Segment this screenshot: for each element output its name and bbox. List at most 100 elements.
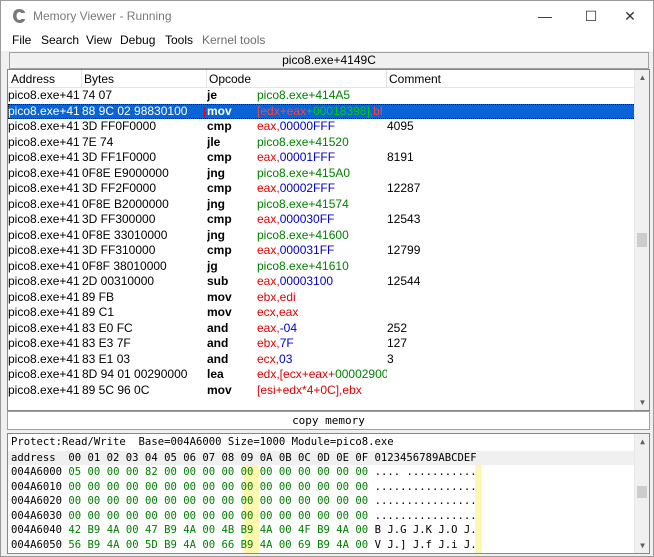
operand-part: 00001FFF	[279, 150, 336, 164]
operand-part: pico8.exe+41600	[257, 227, 349, 242]
hex-scrollbar[interactable]: ▲ ▼	[634, 434, 649, 553]
row-operands: eax,00002FFF	[257, 181, 387, 197]
hex-region-info: Protect:Read/Write Base=004A6000 Size=10…	[11, 436, 394, 448]
operand-part: 000030FF	[279, 212, 335, 226]
row-operands: pico8.exe+41574	[257, 197, 387, 213]
scroll-up-icon[interactable]: ▲	[635, 434, 649, 449]
row-operands: ecx,eax	[257, 305, 387, 321]
row-bytes: 3D FF300000	[82, 212, 156, 226]
hex-address: 004A6030	[11, 509, 63, 522]
operand-part: eax	[286, 103, 307, 118]
row-operands: pico8.exe+41520	[257, 135, 387, 151]
menu-tools[interactable]: Tools	[165, 33, 193, 47]
current-address-bar[interactable]: pico8.exe+4149C	[9, 52, 649, 69]
operand-part: ecx,	[257, 351, 280, 366]
scroll-down-icon[interactable]: ▼	[635, 395, 649, 410]
hex-ascii: .... ...........	[374, 466, 477, 478]
row-bytes: 83 E1 03	[82, 351, 131, 366]
row-address: pico8.exe+41	[8, 181, 80, 195]
scroll-up-icon[interactable]: ▲	[635, 70, 649, 85]
row-address: pico8.exe+41	[8, 367, 80, 381]
row-address: pico8.exe+41	[8, 150, 80, 164]
disasm-row[interactable]: pico8.exe+41 3D FF0F0000 cmp eax,00000FFF 40…	[8, 119, 636, 135]
hex-row[interactable]: 004A6010 00 00 00 00 00 00 00 00 00 00 0…	[11, 480, 477, 494]
disasm-row[interactable]: pico8.exe+41 83 E3 7F and ebx,7F 127	[8, 336, 636, 352]
disasm-row[interactable]: pico8.exe+41 3D FF1F0000 cmp eax,00001FFF 81…	[8, 150, 636, 166]
disasm-row[interactable]: pico8.exe+41 83 E0 FC and eax,-04 252	[8, 321, 636, 337]
disassembler-scrollbar[interactable]: ▲ ▼	[634, 70, 649, 410]
scrollbar-thumb[interactable]	[637, 233, 647, 247]
hex-row[interactable]: 004A6020 00 00 00 00 00 00 00 00 00 00 0…	[11, 494, 477, 508]
breakpoint-marker	[204, 106, 206, 117]
menu-file[interactable]: File	[12, 33, 31, 47]
disasm-row[interactable]: pico8.exe+41 88 9C 02 98830100 mov [edx+eax…	[8, 103, 636, 119]
disasm-row[interactable]: pico8.exe+41 89 5C 96 0C mov [esi+edx*4+0C]…	[8, 383, 636, 399]
header-opcode[interactable]: Opcode	[209, 72, 251, 88]
row-opcode: mov	[207, 289, 232, 304]
hex-row[interactable]: 004A6040 42 B9 4A 00 47 B9 4A 00 4B B9 4…	[11, 523, 477, 537]
disasm-row[interactable]: pico8.exe+41 0F8E B2000000 jng pico8.exe+41…	[8, 197, 636, 213]
row-address: pico8.exe+41	[8, 165, 80, 180]
header-comment[interactable]: Comment	[389, 72, 441, 88]
row-operands: eax,-04	[257, 321, 387, 337]
hex-bytes: 00 00 00 00 00 00 00 00 00 00 00 00 00 0…	[68, 509, 369, 522]
disasm-row[interactable]: pico8.exe+41 83 E1 03 and ecx,03 3	[8, 352, 636, 368]
row-bytes: 74 07	[82, 88, 113, 102]
row-address: pico8.exe+41	[8, 274, 80, 288]
header-divider[interactable]	[206, 70, 207, 88]
row-operands: pico8.exe+41610	[257, 259, 387, 275]
menu-debug[interactable]: Debug	[120, 33, 155, 47]
scroll-down-icon[interactable]: ▼	[635, 538, 649, 553]
window-title: Memory Viewer - Running	[33, 9, 172, 23]
disasm-row[interactable]: pico8.exe+41 89 C1 mov ecx,eax	[8, 305, 636, 321]
disassembler-rows: pico8.exe+41 74 07 je pico8.exe+414A5 pico8.…	[8, 88, 636, 398]
disasm-row[interactable]: pico8.exe+41 0F8F 38010000 jg pico8.exe+416…	[8, 259, 636, 275]
disasm-row[interactable]: pico8.exe+41 2D 00310000 sub eax,00003100 12…	[8, 274, 636, 290]
scrollbar-thumb[interactable]	[637, 486, 647, 498]
disasm-row[interactable]: pico8.exe+41 3D FF310000 cmp eax,000031FF 12…	[8, 243, 636, 259]
row-bytes: 7E 74	[82, 134, 114, 149]
header-divider[interactable]	[386, 70, 387, 88]
row-comment: 252	[387, 320, 408, 335]
row-address: pico8.exe+41	[8, 289, 80, 304]
disasm-row[interactable]: pico8.exe+41 89 FB mov ebx,edi	[8, 290, 636, 306]
copy-memory-button[interactable]: copy memory	[7, 411, 650, 430]
disasm-row[interactable]: pico8.exe+41 3D FF300000 cmp eax,000030FF 12…	[8, 212, 636, 228]
hex-ascii: V J.] J.f J.i J.	[374, 538, 477, 551]
operand-part: 00002900]	[335, 367, 387, 381]
close-button[interactable]: ✕	[607, 1, 653, 31]
minimize-button[interactable]: —	[522, 1, 568, 31]
disasm-row[interactable]: pico8.exe+41 74 07 je pico8.exe+414A5	[8, 88, 636, 104]
row-opcode: and	[207, 336, 229, 350]
hex-address: 004A6010	[11, 480, 63, 493]
disasm-row[interactable]: pico8.exe+41 3D FF2F0000 cmp eax,00002FFF 12…	[8, 181, 636, 197]
disasm-row[interactable]: pico8.exe+41 0F8E E9000000 jng pico8.exe+41…	[8, 166, 636, 182]
menu-kernel-tools[interactable]: Kernel tools	[202, 33, 265, 47]
disasm-row[interactable]: pico8.exe+41 8D 94 01 00290000 lea edx,[ecx…	[8, 367, 636, 383]
operand-part: 00003100	[279, 274, 334, 288]
row-address: pico8.exe+41	[8, 382, 80, 397]
row-comment: 12544	[387, 274, 421, 288]
row-bytes: 88 9C 02 98830100	[82, 103, 188, 118]
disasm-row[interactable]: pico8.exe+41 0F8E 33010000 jng pico8.exe+41…	[8, 228, 636, 244]
hex-row[interactable]: 004A6050 56 B9 4A 00 5D B9 4A 00 66 B9 4…	[11, 538, 477, 552]
menu-view[interactable]: View	[86, 33, 112, 47]
row-bytes: 8D 94 01 00290000	[82, 367, 188, 381]
row-bytes: 83 E0 FC	[82, 320, 133, 335]
operand-part: pico8.exe+414A5	[257, 88, 351, 102]
menu-search[interactable]: Search	[41, 33, 79, 47]
operand-part: eax,	[257, 274, 280, 288]
title-bar[interactable]: Memory Viewer - Running — ☐ ✕	[1, 1, 653, 31]
row-operands: eax,000031FF	[257, 243, 387, 259]
hex-bytes: 42 B9 4A 00 47 B9 4A 00 4B B9 4A 00 4F B…	[68, 524, 369, 536]
header-bytes[interactable]: Bytes	[84, 72, 114, 88]
hex-view[interactable]: Protect:Read/Write Base=004A6000 Size=10…	[7, 433, 650, 554]
hex-row[interactable]: 004A6030 00 00 00 00 00 00 00 00 00 00 0…	[11, 509, 477, 523]
header-divider[interactable]	[81, 70, 82, 88]
header-address[interactable]: Address	[11, 72, 55, 88]
disasm-row[interactable]: pico8.exe+41 7E 74 jle pico8.exe+41520	[8, 135, 636, 151]
operand-part: 00002FFF	[279, 181, 336, 195]
hex-row[interactable]: 004A6000 05 00 00 00 82 00 00 00 00 00 0…	[11, 465, 477, 479]
disassembler-view[interactable]: Address Bytes Opcode Comment pico8.exe+4…	[7, 69, 650, 411]
row-operands: eax,00000FFF	[257, 119, 387, 135]
